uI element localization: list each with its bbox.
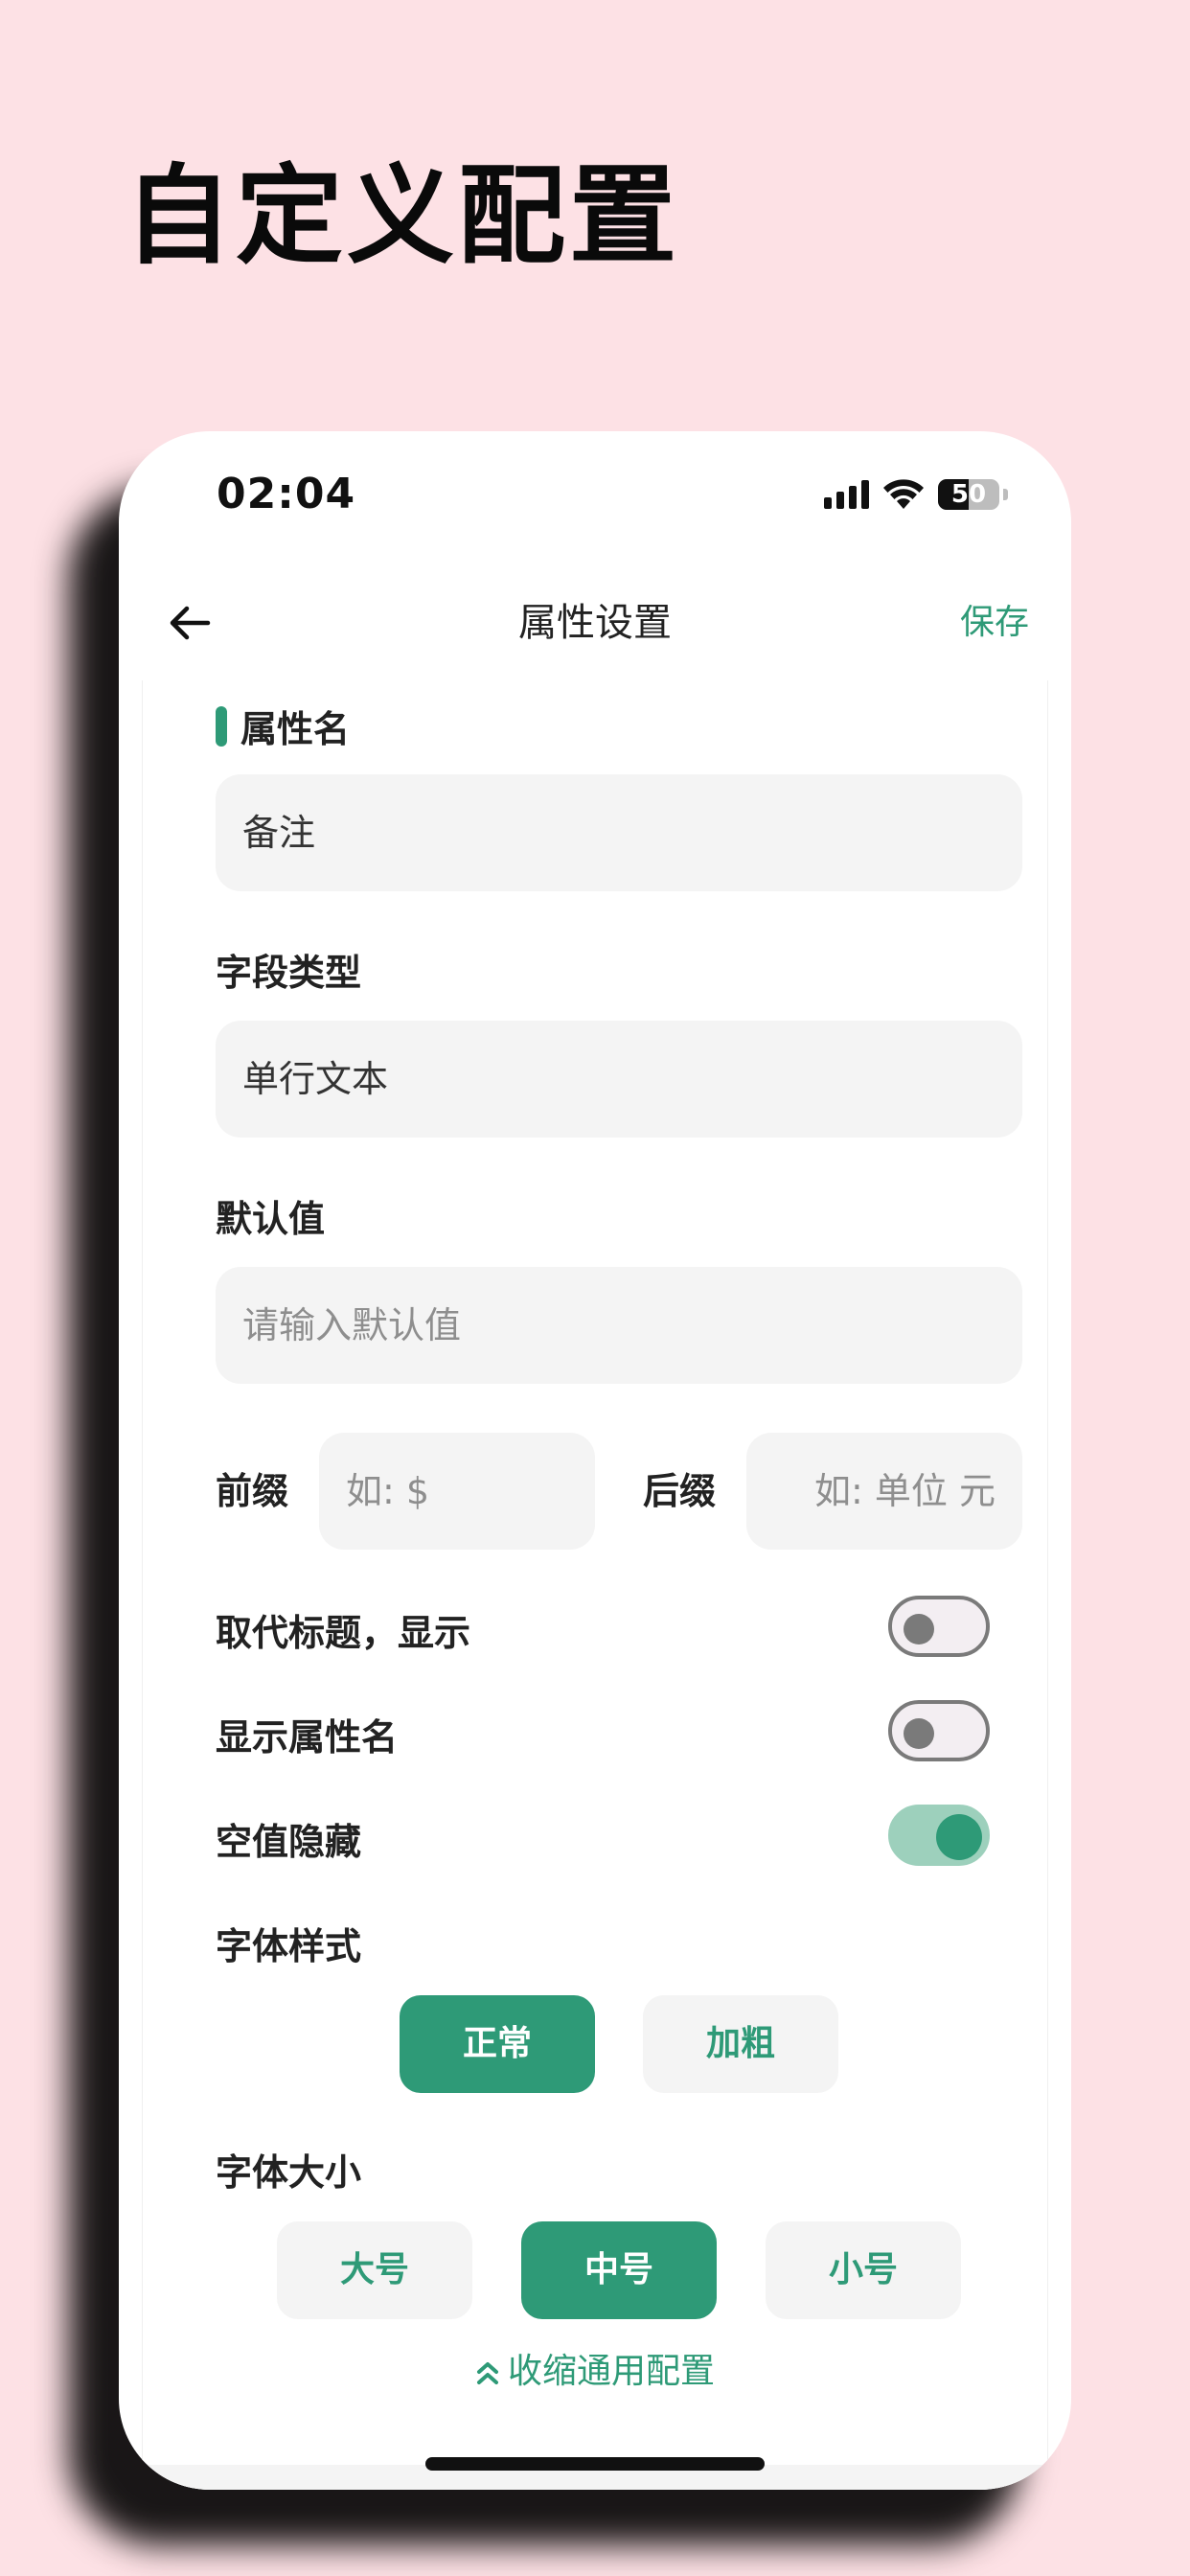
form-content: 属性名 备注 字段类型 单行文本 默认值 请输入默认值 前缀 如: $ 后缀 如… xyxy=(142,680,1048,2490)
font-style-normal-button[interactable]: 正常 xyxy=(400,1995,595,2093)
toggle-label-show-name: 显示属性名 xyxy=(216,1716,399,1759)
default-value-label: 默认值 xyxy=(216,1198,326,1240)
nav-title: 属性设置 xyxy=(518,601,672,645)
prefix-label: 前缀 xyxy=(216,1470,289,1512)
toggle-knob xyxy=(904,1614,934,1644)
field-type-label: 字段类型 xyxy=(216,952,362,994)
font-size-label: 字体大小 xyxy=(216,2151,362,2194)
cellular-signal-icon xyxy=(824,480,869,509)
status-time: 02:04 xyxy=(217,470,356,518)
attribute-name-section: 属性名 xyxy=(216,700,350,752)
toggle-knob xyxy=(904,1718,934,1749)
phone-frame: 02:04 50 属性设置 保存 属性名 备注 字段类型 单行文本 默认值 请输… xyxy=(119,431,1071,2490)
font-style-label: 字体样式 xyxy=(216,1925,362,1967)
default-value-input[interactable]: 请输入默认值 xyxy=(216,1267,1022,1384)
battery-percentage: 50 xyxy=(950,480,987,509)
font-size-medium-button[interactable]: 中号 xyxy=(521,2221,717,2319)
toggle-knob xyxy=(936,1814,982,1860)
battery-tip xyxy=(1003,489,1008,500)
suffix-label: 后缀 xyxy=(643,1470,717,1512)
wifi-icon xyxy=(882,478,925,511)
suffix-input[interactable]: 如: 单位 元 xyxy=(746,1433,1022,1550)
collapse-label: 收缩通用配置 xyxy=(507,2352,715,2391)
page-headline: 自定义配置 xyxy=(125,154,680,279)
double-chevron-up-icon xyxy=(476,2362,498,2384)
attribute-name-label: 属性名 xyxy=(240,708,351,750)
navigation-bar: 属性设置 保存 xyxy=(119,565,1071,680)
font-style-bold-button[interactable]: 加粗 xyxy=(643,1995,838,2093)
toggle-hide-empty[interactable] xyxy=(888,1805,990,1866)
status-icons: 50 xyxy=(824,475,1008,514)
prefix-input[interactable]: 如: $ xyxy=(319,1433,595,1550)
font-size-large-button[interactable]: 大号 xyxy=(277,2221,472,2319)
font-size-small-button[interactable]: 小号 xyxy=(766,2221,961,2319)
field-type-select[interactable]: 单行文本 xyxy=(216,1021,1022,1138)
status-bar: 02:04 50 xyxy=(119,431,1071,565)
collapse-general-config-link[interactable]: 收缩通用配置 xyxy=(143,2343,1047,2393)
attribute-name-input[interactable]: 备注 xyxy=(216,774,1022,891)
toggle-label-replace-title: 取代标题，显示 xyxy=(216,1612,471,1654)
toggle-label-hide-empty: 空值隐藏 xyxy=(216,1821,362,1863)
battery-icon: 50 xyxy=(938,479,999,510)
save-button[interactable]: 保存 xyxy=(960,565,1029,680)
toggle-replace-title[interactable] xyxy=(888,1596,990,1657)
home-indicator[interactable] xyxy=(425,2457,765,2471)
accent-bar xyxy=(216,705,227,747)
toggle-show-name[interactable] xyxy=(888,1700,990,1761)
